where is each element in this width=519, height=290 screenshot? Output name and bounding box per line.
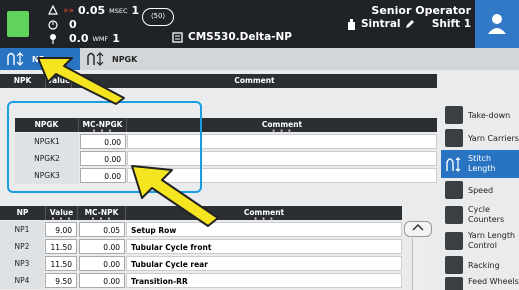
fast-forward-icon: »» (63, 5, 75, 16)
device-indicator: ⟨50⟩ (142, 8, 174, 26)
col-np: NP (0, 206, 46, 220)
sidebar-item-feed-wheels[interactable]: Feed Wheels (441, 277, 519, 290)
take-down-icon (445, 106, 463, 124)
building-icon (348, 18, 355, 30)
np4-comment[interactable]: Transition-RR (126, 273, 402, 288)
edit-icon[interactable] (405, 19, 415, 29)
np3-mc[interactable]: 0.00 (79, 256, 125, 271)
sidebar-item-cycle-counters[interactable]: Cycle Counters (441, 202, 519, 227)
wmf-readout: 0.0 WMF 1 (47, 32, 120, 45)
np2-mc[interactable]: 0.00 (79, 239, 125, 254)
machine-status-indicator (7, 11, 29, 37)
yarn-length-icon (445, 231, 463, 250)
racking-icon (445, 256, 463, 274)
top-status-bar: »» 0.05 MSEC 1 0 0.0 WMF 1 ⟨50⟩ CMS530.D… (0, 0, 519, 48)
stitch-length-icon (446, 157, 461, 172)
scroll-up-button[interactable] (404, 221, 432, 237)
machine-name: CMS530.Delta-NP (172, 31, 292, 43)
table-row: NP2 11.50 0.00 Tubular Cycle front (0, 238, 402, 255)
np1-mc[interactable]: 0.05 (79, 222, 125, 237)
np4-value[interactable]: 9.50 (45, 273, 77, 288)
operator-role: Senior Operator (371, 4, 471, 17)
pin-icon (50, 34, 56, 44)
np4-mc[interactable]: 0.00 (79, 273, 125, 288)
np1-value[interactable]: 9.00 (45, 222, 77, 237)
speed-readout: »» 0.05 MSEC 1 (47, 4, 139, 17)
speed-icon (445, 181, 463, 199)
col-mc-npk: MC-NPK • • • (78, 206, 126, 223)
timer-icon (48, 20, 58, 30)
col-value: Value • • • (46, 206, 78, 223)
sidebar-item-take-down[interactable]: Take-down (441, 104, 519, 126)
user-icon (488, 14, 506, 34)
np3-comment[interactable]: Tubular Cycle rear (126, 256, 402, 271)
sidebar-item-stitch-length[interactable]: Stitch Length (441, 150, 519, 178)
yarn-carriers-icon (445, 129, 463, 147)
user-profile-button[interactable] (475, 0, 519, 48)
chevron-up-icon (412, 223, 424, 231)
annotation-arrow-icon (37, 57, 125, 105)
shift-label: Shift 1 (431, 18, 471, 30)
feed-wheels-icon (445, 277, 463, 290)
sidebar-menu: Take-down Yarn Carriers Stitch Length Sp… (441, 104, 519, 290)
sidebar-item-racking[interactable]: Racking (441, 254, 519, 276)
sidebar-item-yarn-length-control[interactable]: Yarn Length Control (441, 228, 519, 253)
counter-readout: 0 (47, 18, 77, 31)
table-row: NP4 9.50 0.00 Transition-RR (0, 272, 402, 289)
np3-value[interactable]: 11.50 (45, 256, 77, 271)
company-name: Sintral (346, 18, 415, 30)
sidebar-item-speed[interactable]: Speed (441, 179, 519, 201)
machine-icon (172, 31, 183, 43)
cycle-counters-icon (445, 205, 463, 224)
np2-value[interactable]: 11.50 (45, 239, 77, 254)
lamp-icon (48, 5, 58, 15)
table-row: NP3 11.50 0.00 Tubular Cycle rear (0, 255, 402, 272)
annotation-arrow-icon (131, 165, 219, 227)
sidebar-item-yarn-carriers[interactable]: Yarn Carriers (441, 127, 519, 149)
np2-comment[interactable]: Tubular Cycle front (126, 239, 402, 254)
stitch-length-icon (7, 52, 24, 66)
scrollbar[interactable] (412, 238, 424, 290)
